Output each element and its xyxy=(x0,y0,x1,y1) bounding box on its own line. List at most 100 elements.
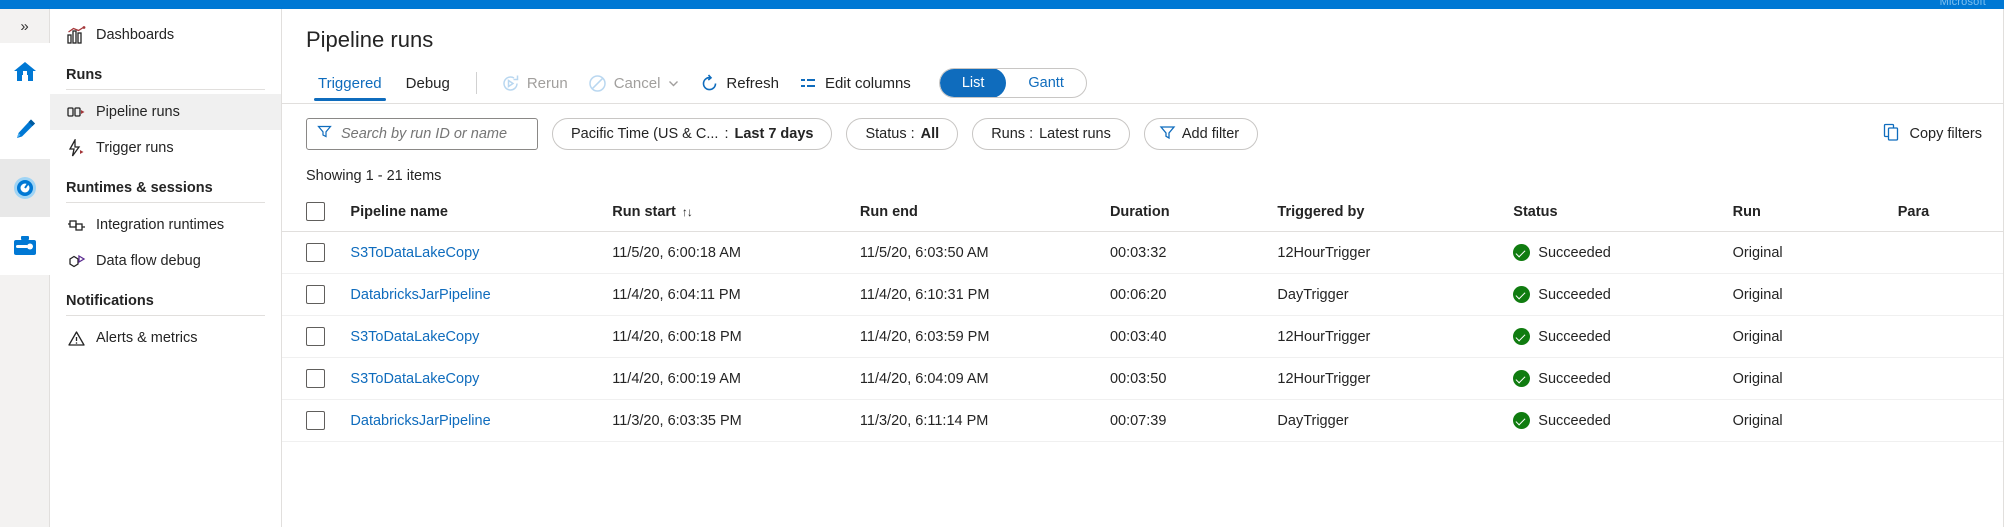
row-select-cell xyxy=(282,232,350,274)
sidebar-item-alerts-metrics[interactable]: Alerts & metrics xyxy=(50,320,281,356)
rerun-label: Rerun xyxy=(527,75,568,92)
sidebar-item-trigger-runs[interactable]: Trigger runs xyxy=(50,130,281,166)
table-row[interactable]: DatabricksJarPipeline 11/3/20, 6:03:35 P… xyxy=(282,400,2004,442)
alerts-metrics-icon xyxy=(66,328,86,348)
success-icon xyxy=(1513,286,1530,303)
table-row[interactable]: S3ToDataLakeCopy 11/4/20, 6:00:19 AM 11/… xyxy=(282,358,2004,400)
time-range-separator: : xyxy=(724,126,728,142)
view-toggle-gantt-label: Gantt xyxy=(1028,75,1063,91)
column-header-run-start[interactable]: Run start ↑↓ xyxy=(612,194,860,232)
cell-status: Succeeded xyxy=(1513,274,1732,316)
runs-filter-label: Runs : xyxy=(991,126,1033,142)
cell-run: Original xyxy=(1733,274,1898,316)
column-header-duration[interactable]: Duration xyxy=(1110,194,1277,232)
rail-item-home[interactable] xyxy=(0,43,50,101)
rail-item-monitor[interactable] xyxy=(0,159,50,217)
cell-run-start: 11/3/20, 6:03:35 PM xyxy=(612,400,860,442)
app-root: Microsoft » xyxy=(0,0,2004,527)
column-header-triggered-by[interactable]: Triggered by xyxy=(1277,194,1513,232)
success-icon xyxy=(1513,244,1530,261)
top-bar: Microsoft xyxy=(0,0,2004,9)
sidebar-item-data-flow-debug[interactable]: Data flow debug xyxy=(50,243,281,279)
row-checkbox[interactable] xyxy=(306,327,325,346)
select-all-checkbox[interactable] xyxy=(306,202,325,221)
page-title: Pipeline runs xyxy=(282,9,2004,63)
refresh-button[interactable]: Refresh xyxy=(690,67,789,99)
cell-parameters xyxy=(1898,316,2004,358)
search-input[interactable] xyxy=(341,126,527,142)
cell-run-end: 11/4/20, 6:10:31 PM xyxy=(860,274,1110,316)
cell-run: Original xyxy=(1733,400,1898,442)
cell-duration: 00:06:20 xyxy=(1110,274,1277,316)
rerun-button[interactable]: Rerun xyxy=(491,67,578,99)
cancel-button[interactable]: Cancel xyxy=(578,67,691,99)
status-filter[interactable]: Status : All xyxy=(846,118,958,150)
sidebar-item-dashboards[interactable]: Dashboards xyxy=(50,17,281,53)
row-checkbox[interactable] xyxy=(306,285,325,304)
table-body: S3ToDataLakeCopy 11/5/20, 6:00:18 AM 11/… xyxy=(282,232,2004,442)
pipeline-name-link[interactable]: S3ToDataLakeCopy xyxy=(350,371,479,387)
cell-status: Succeeded xyxy=(1513,232,1732,274)
tab-debug[interactable]: Debug xyxy=(394,63,462,103)
toolbar: Triggered Debug Rerun xyxy=(282,63,2004,103)
cancel-icon xyxy=(588,74,607,93)
row-select-cell xyxy=(282,316,350,358)
sidebar-section-runs: Runs xyxy=(50,53,281,87)
sidebar: Dashboards Runs Pipeline runs xyxy=(50,9,282,527)
pipeline-name-link[interactable]: DatabricksJarPipeline xyxy=(350,413,490,429)
row-checkbox[interactable] xyxy=(306,411,325,430)
pipeline-name-link[interactable]: DatabricksJarPipeline xyxy=(350,287,490,303)
view-toggle-list[interactable]: List xyxy=(940,68,1007,98)
cell-parameters xyxy=(1898,400,2004,442)
row-checkbox[interactable] xyxy=(306,369,325,388)
toolbar-divider xyxy=(476,72,477,94)
runs-filter[interactable]: Runs : Latest runs xyxy=(972,118,1130,150)
column-header-run-end[interactable]: Run end xyxy=(860,194,1110,232)
table-header-row: Pipeline name Run start ↑↓ Run end Durati… xyxy=(282,194,2004,232)
column-header-status[interactable]: Status xyxy=(1513,194,1732,232)
pipeline-name-link[interactable]: S3ToDataLakeCopy xyxy=(350,329,479,345)
row-checkbox[interactable] xyxy=(306,243,325,262)
sort-indicator-icon: ↑↓ xyxy=(682,205,692,219)
column-header-run-start-label: Run start xyxy=(612,204,676,220)
runs-filter-value: Latest runs xyxy=(1039,126,1111,142)
sidebar-item-integration-runtimes[interactable]: Integration runtimes xyxy=(50,207,281,243)
cell-pipeline-name: DatabricksJarPipeline xyxy=(350,400,612,442)
rail-item-manage[interactable] xyxy=(0,217,50,275)
tab-triggered[interactable]: Triggered xyxy=(306,63,394,103)
expand-nav-icon[interactable]: » xyxy=(0,9,49,43)
edit-columns-button[interactable]: Edit columns xyxy=(789,67,921,99)
table-row[interactable]: S3ToDataLakeCopy 11/4/20, 6:00:18 PM 11/… xyxy=(282,316,2004,358)
monitor-icon xyxy=(11,174,39,202)
table-row[interactable]: S3ToDataLakeCopy 11/5/20, 6:00:18 AM 11/… xyxy=(282,232,2004,274)
add-filter-icon xyxy=(1159,124,1176,145)
cell-run: Original xyxy=(1733,316,1898,358)
time-range-filter[interactable]: Pacific Time (US & C... : Last 7 days xyxy=(552,118,832,150)
copy-icon xyxy=(1882,123,1901,146)
cell-parameters xyxy=(1898,274,2004,316)
cell-pipeline-name: S3ToDataLakeCopy xyxy=(350,232,612,274)
table-row[interactable]: DatabricksJarPipeline 11/4/20, 6:04:11 P… xyxy=(282,274,2004,316)
row-select-cell xyxy=(282,400,350,442)
rail-item-author[interactable] xyxy=(0,101,50,159)
column-header-parameters[interactable]: Para xyxy=(1898,194,2004,232)
status-filter-value: All xyxy=(921,126,940,142)
status-badge: Succeeded xyxy=(1538,413,1611,429)
sidebar-item-trigger-runs-label: Trigger runs xyxy=(96,140,174,156)
add-filter-button[interactable]: Add filter xyxy=(1144,118,1258,150)
cell-triggered-by: DayTrigger xyxy=(1277,400,1513,442)
trigger-runs-icon xyxy=(66,138,86,158)
pipeline-name-link[interactable]: S3ToDataLakeCopy xyxy=(350,245,479,261)
rerun-icon xyxy=(501,74,520,93)
home-icon xyxy=(12,59,38,85)
column-header-run[interactable]: Run xyxy=(1733,194,1898,232)
view-toggle-gantt[interactable]: Gantt xyxy=(1006,68,1085,98)
pipeline-runs-table: Pipeline name Run start ↑↓ Run end Durati… xyxy=(282,194,2004,442)
search-box[interactable] xyxy=(306,118,538,150)
column-header-pipeline-name[interactable]: Pipeline name xyxy=(350,194,612,232)
time-zone-label: Pacific Time (US & C... xyxy=(571,126,718,142)
cell-duration: 00:03:32 xyxy=(1110,232,1277,274)
status-badge: Succeeded xyxy=(1538,329,1611,345)
sidebar-item-pipeline-runs[interactable]: Pipeline runs xyxy=(50,94,281,130)
copy-filters-button[interactable]: Copy filters xyxy=(1882,118,1982,150)
